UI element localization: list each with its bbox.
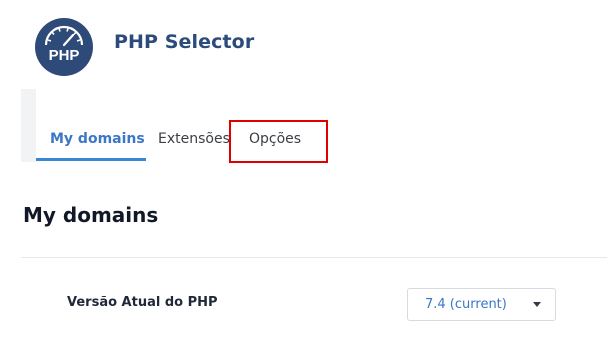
section-divider <box>21 257 607 258</box>
tab-my-domains[interactable]: My domains <box>50 131 145 147</box>
section-title: My domains <box>23 203 159 227</box>
tabs-panel-edge <box>21 89 36 162</box>
tab-extensoes[interactable]: Extensões <box>158 131 230 147</box>
logo-text: PHP <box>49 47 80 64</box>
caret-down-icon <box>533 302 541 307</box>
php-logo-icon: PHP <box>35 18 93 76</box>
app-title: PHP Selector <box>114 31 255 53</box>
php-version-label: Versão Atual do PHP <box>67 295 218 310</box>
php-version-value: 7.4 (current) <box>425 297 507 312</box>
php-selector-page: PHP PHP Selector My domains Extensões Op… <box>0 0 607 349</box>
php-version-select[interactable]: 7.4 (current) <box>407 288 556 321</box>
tab-opcoes-highlight <box>229 120 328 163</box>
active-tab-indicator <box>36 158 146 161</box>
